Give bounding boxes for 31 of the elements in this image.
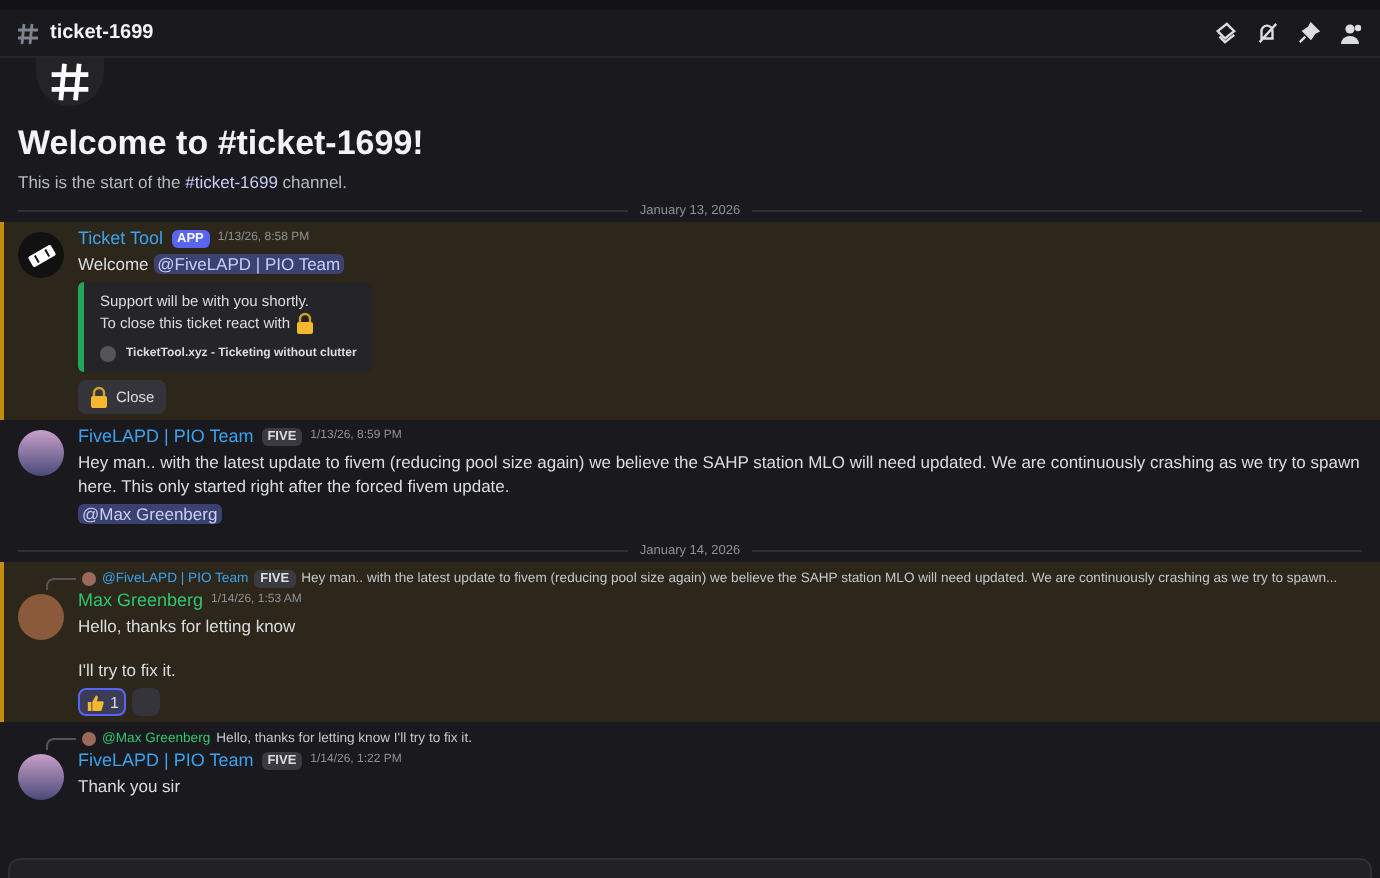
avatar-ticket-icon[interactable] — [18, 232, 64, 278]
avatar-placeholder — [82, 572, 96, 586]
members-icon[interactable] — [1340, 22, 1364, 44]
author-name[interactable]: FiveLAPD | PIO Team — [78, 426, 254, 446]
message-text: Thank you sir — [78, 774, 181, 798]
author-name[interactable]: FiveLAPD | PIO Team — [78, 750, 254, 770]
mention-link[interactable]: @Max Greenberg — [78, 504, 222, 524]
welcome-subtitle: This is the start of the #ticket-1699 channel. — [18, 172, 349, 192]
lock-icon — [296, 312, 315, 334]
channel-link[interactable]: #ticket-1699 — [185, 172, 278, 192]
author-name[interactable]: Ticket Tool — [78, 228, 164, 248]
lock-icon — [90, 386, 108, 408]
threads-icon[interactable] — [1214, 22, 1236, 44]
reaction-chip[interactable]: 1 — [78, 688, 127, 716]
avatar-placeholder[interactable] — [18, 430, 64, 476]
channel-hash-icon — [16, 21, 40, 45]
message-text: Hello, thanks for letting know — [78, 614, 296, 638]
avatar-placeholder — [82, 732, 96, 746]
avatar-placeholder[interactable] — [18, 754, 64, 800]
reaction-count: 1 — [110, 693, 119, 711]
channel-name: ticket-1699 — [50, 22, 154, 44]
thumbs-up-icon — [86, 693, 104, 711]
bell-muted-icon[interactable] — [1256, 22, 1278, 44]
mention-link[interactable]: @FiveLAPD | PIO Team — [153, 254, 345, 274]
author-name[interactable]: Max Greenberg — [78, 590, 204, 610]
message-text: Welcome @FiveLAPD | PIO Team — [78, 252, 345, 276]
footer-logo-icon — [100, 346, 116, 362]
welcome-title: Welcome to #ticket-1699! — [18, 124, 426, 164]
pin-icon[interactable] — [1298, 22, 1320, 44]
message-text: I'll try to fix it. — [78, 658, 176, 682]
message-text: Hey man.. with the latest update to fivem (reducing pool size again) we believe the SAHP station MLO will need updated. We are continuously crashing as we try to spawn here. This only started right after the forced fivem update. — [78, 450, 1362, 498]
